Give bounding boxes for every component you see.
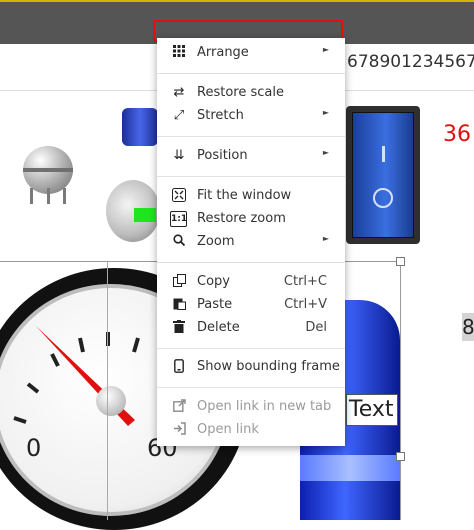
menu-separator (157, 387, 345, 388)
tank-leg (63, 188, 66, 204)
gauge-hub (96, 386, 126, 416)
digit-display: 8 (462, 313, 474, 341)
menu-item-restore-zoom[interactable]: 1:1 Restore zoom (157, 208, 345, 230)
guide-line (107, 262, 108, 520)
menu-item-show-bounding-frame[interactable]: Show bounding frame (157, 356, 345, 378)
menu-separator (157, 73, 345, 74)
menu-item-position[interactable]: ⇊ Position ► (157, 145, 345, 167)
restore-scale-icon: ⇄ (173, 85, 185, 100)
menu-item-stretch[interactable]: ⤢ Stretch ► (157, 105, 345, 127)
menu-item-zoom[interactable]: Zoom ► (157, 231, 345, 253)
menu-separator (157, 136, 345, 137)
position-icon: ⇊ (173, 148, 185, 163)
zoom-icon (171, 234, 187, 250)
resize-handle[interactable] (396, 257, 405, 266)
gauge-label-min: 0 (26, 434, 42, 462)
menu-item-open-link-new-tab[interactable]: Open link in new tab (157, 396, 345, 418)
number-display: 678901234567 (347, 52, 474, 72)
submenu-arrow-icon: ► (322, 45, 329, 54)
menu-separator (157, 262, 345, 263)
menu-item-copy[interactable]: Copy Ctrl+C (157, 271, 345, 293)
menu-item-fit-window[interactable]: Fit the window (157, 185, 345, 207)
context-menu: Arrange ► ⇄ Restore scale ⤢ Stretch ► ⇊ … (157, 38, 345, 446)
text-widget[interactable]: Text (346, 394, 398, 426)
red-value-label: 36 (443, 122, 471, 147)
copy-icon (171, 274, 187, 290)
mobile-icon (171, 359, 187, 375)
external-link-icon (171, 399, 187, 415)
power-off-icon (373, 188, 393, 208)
menu-separator (157, 348, 345, 349)
blue-tank-band (300, 455, 400, 481)
trash-icon (171, 320, 187, 336)
menu-item-delete[interactable]: Delete Del (157, 317, 345, 339)
tank-leg (47, 188, 50, 204)
tank-band (23, 168, 73, 172)
resize-handle[interactable] (396, 452, 405, 461)
pump-motor-widget[interactable] (122, 108, 158, 146)
menu-item-open-link[interactable]: Open link (157, 419, 345, 441)
menu-separator (157, 176, 345, 177)
selection-frame-right (400, 261, 401, 520)
fit-window-icon (171, 188, 187, 204)
one-to-one-icon: 1:1 (170, 211, 187, 227)
power-on-icon (382, 146, 385, 162)
submenu-arrow-icon: ► (322, 108, 329, 117)
sign-in-icon (171, 422, 187, 438)
submenu-arrow-icon: ► (322, 148, 329, 157)
stretch-icon: ⤢ (173, 108, 185, 123)
menu-item-paste[interactable]: Paste Ctrl+V (157, 294, 345, 316)
paste-icon (171, 297, 187, 313)
menu-item-restore-scale[interactable]: ⇄ Restore scale (157, 82, 345, 104)
grid-icon (171, 45, 187, 61)
menu-item-arrange[interactable]: Arrange ► (157, 42, 345, 64)
submenu-arrow-icon: ► (322, 234, 329, 243)
tank-leg (30, 188, 33, 204)
pump-status-indicator (134, 208, 156, 222)
toggle-switch-face[interactable] (352, 112, 414, 238)
